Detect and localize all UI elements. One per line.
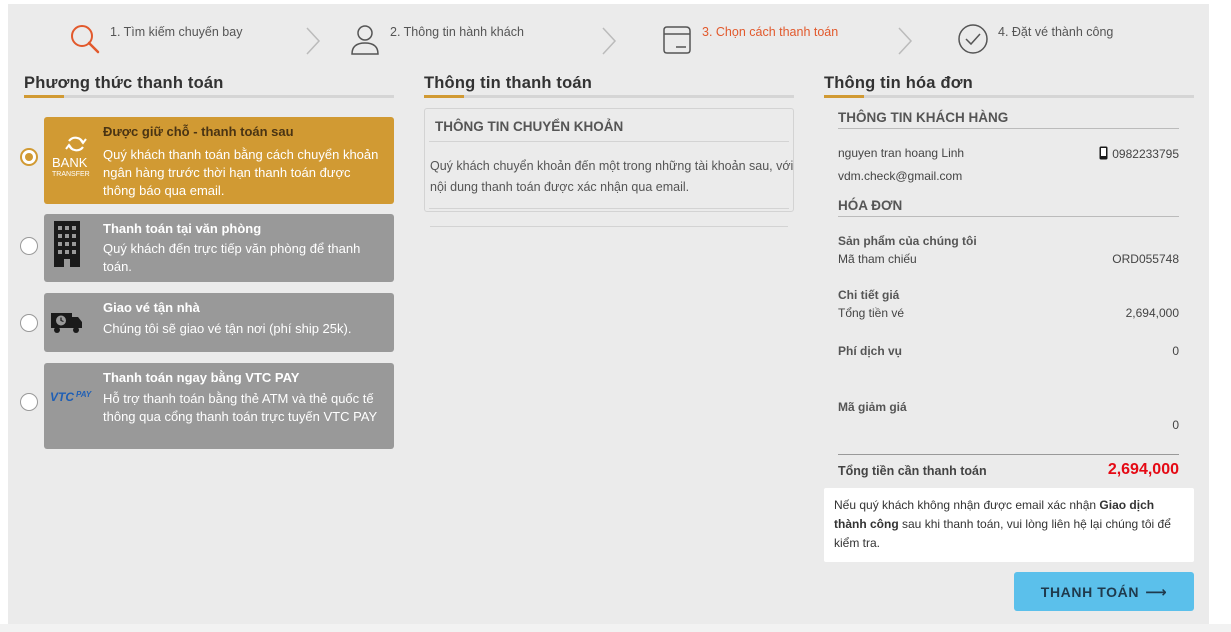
discount-label: Mã giảm giá (838, 400, 907, 414)
divider (838, 128, 1179, 129)
step-booking-success[interactable]: 4. Đặt vé thành công (956, 22, 1113, 56)
discount-value: 0 (1172, 418, 1179, 432)
option-title: Thanh toán ngay bằng VTC PAY (103, 370, 300, 385)
svg-text:TRANSFER: TRANSFER (52, 171, 90, 178)
customer-phone: 0982233795 (1099, 146, 1179, 161)
option-description: Hỗ trợ thanh toán bằng thẻ ATM và thẻ qu… (103, 391, 378, 424)
ref-label: Mã tham chiếu (838, 252, 917, 266)
divider (429, 208, 789, 209)
radio-home-delivery[interactable] (20, 314, 38, 332)
svg-text:BANK: BANK (52, 155, 88, 170)
customer-name: nguyen tran hoang Linh (838, 146, 965, 160)
grand-total-value: 2,694,000 (1107, 461, 1179, 478)
pay-button-label: THANH TOÁN (1040, 583, 1140, 600)
customer-name-row: nguyen tran hoang Linh 0982233795 (838, 146, 1179, 161)
invoice-section-title: HÓA ĐƠN (838, 198, 903, 213)
divider (838, 454, 1179, 455)
box-title: THÔNG TIN CHUYỂN KHOẢN (435, 119, 624, 134)
bank-transfer-icon: BANK TRANSFER (52, 136, 90, 178)
email-confirmation-note: Nếu quý khách không nhận được email xác … (824, 488, 1194, 562)
option-vtc-pay[interactable]: VTC PAY Thanh toán ngay bằng VTC PAY Hỗ … (44, 363, 394, 449)
ticket-total-value: 2,694,000 (1125, 306, 1179, 320)
step-payment-method[interactable]: 3. Chọn cách thanh toán (660, 22, 838, 56)
ref-value: ORD055748 (1112, 252, 1179, 266)
customer-email-row: vdm.check@gmail.com (838, 169, 1179, 183)
payment-methods-heading: Phương thức thanh toán (24, 74, 224, 92)
check-circle-icon (958, 24, 988, 54)
search-icon (71, 25, 100, 54)
heading-underline (24, 95, 394, 98)
option-title: Được giữ chỗ - thanh toán sau (103, 124, 294, 139)
checkout-stepper: 1. Tìm kiếm chuyến bay 2. Thông tin hành… (8, 4, 1209, 74)
phone-icon (1099, 146, 1108, 160)
grand-total-row: Tổng tiền cần thanh toán 2,694,000 (838, 461, 1179, 478)
divider (838, 216, 1179, 217)
step-label: 4. Đặt vé thành công (998, 25, 1114, 39)
box-text: Quý khách chuyển khoản đến một trong nhữ… (430, 159, 794, 194)
customer-email: vdm.check@gmail.com (838, 169, 963, 183)
checkout-page: 1. Tìm kiếm chuyến bay 2. Thông tin hành… (8, 4, 1209, 624)
option-office-payment[interactable]: Thanh toán tại văn phòng Quý khách đến t… (44, 214, 394, 282)
heading-underline (824, 95, 1194, 98)
step-label: 2. Thông tin hành khách (390, 25, 524, 39)
arrow-right-icon: ⟶ (1145, 583, 1168, 601)
invoice-heading: Thông tin hóa đơn (824, 74, 973, 92)
chevron-right-icon (306, 27, 321, 55)
step-passenger-info[interactable]: 2. Thông tin hành khách (348, 22, 524, 56)
step-label: 3. Chọn cách thanh toán (702, 25, 839, 39)
step-label: 1. Tìm kiếm chuyến bay (110, 25, 243, 39)
radio-vtc-pay[interactable] (20, 393, 38, 411)
divider (430, 226, 788, 227)
bank-transfer-info-box: THÔNG TIN CHUYỂN KHOẢN Quý khách chuyển … (424, 108, 794, 212)
option-description: Quý khách đến trực tiếp văn phòng để tha… (103, 241, 361, 274)
divider (429, 141, 789, 142)
note-text: Nếu quý khách không nhận được email xác … (834, 498, 1100, 512)
page-bottom-strip (0, 624, 1231, 632)
option-description: Quý khách thanh toán bằng cách chuyển kh… (103, 147, 379, 198)
ticket-total-row: Tổng tiền vé 2,694,000 (838, 306, 1179, 320)
service-fee-value: 0 (1172, 344, 1179, 358)
option-bank-transfer[interactable]: BANK TRANSFER Được giữ chỗ - thanh toán … (44, 117, 394, 204)
chevron-right-icon (898, 27, 913, 55)
pay-button[interactable]: THANH TOÁN ⟶ (1014, 572, 1194, 611)
svg-text:VTC: VTC (50, 390, 74, 404)
chevron-right-icon (602, 27, 617, 55)
service-fee-label: Phí dịch vụ (838, 344, 903, 358)
vtc-pay-logo: VTC PAY (50, 390, 92, 404)
product-label: Sản phẩm của chúng tôi (838, 234, 977, 248)
service-fee-row: Phí dịch vụ 0 (838, 344, 1179, 358)
grand-total-label: Tổng tiền cần thanh toán (838, 464, 987, 478)
step-search-flight[interactable]: 1. Tìm kiếm chuyến bay (68, 22, 242, 56)
customer-section-title: THÔNG TIN KHÁCH HÀNG (838, 110, 1009, 125)
radio-bank-transfer[interactable] (20, 148, 38, 166)
user-icon (351, 25, 379, 55)
heading-underline (424, 95, 794, 98)
wallet-icon (663, 26, 691, 54)
price-detail-label: Chi tiết giá (838, 288, 900, 302)
ticket-total-label: Tổng tiền vé (838, 306, 905, 320)
svg-text:PAY: PAY (76, 390, 92, 399)
option-title: Giao vé tận nhà (103, 300, 200, 315)
option-home-delivery[interactable]: Giao vé tận nhà Chúng tôi sẽ giao vé tận… (44, 293, 394, 352)
option-title: Thanh toán tại văn phòng (103, 221, 262, 236)
delivery-truck-icon (51, 313, 82, 333)
building-icon (54, 221, 80, 267)
radio-office-payment[interactable] (20, 237, 38, 255)
option-description: Chúng tôi sẽ giao vé tận nơi (phí ship 2… (103, 321, 352, 336)
reference-row: Mã tham chiếu ORD055748 (838, 252, 1179, 266)
payment-info-heading: Thông tin thanh toán (424, 74, 593, 92)
